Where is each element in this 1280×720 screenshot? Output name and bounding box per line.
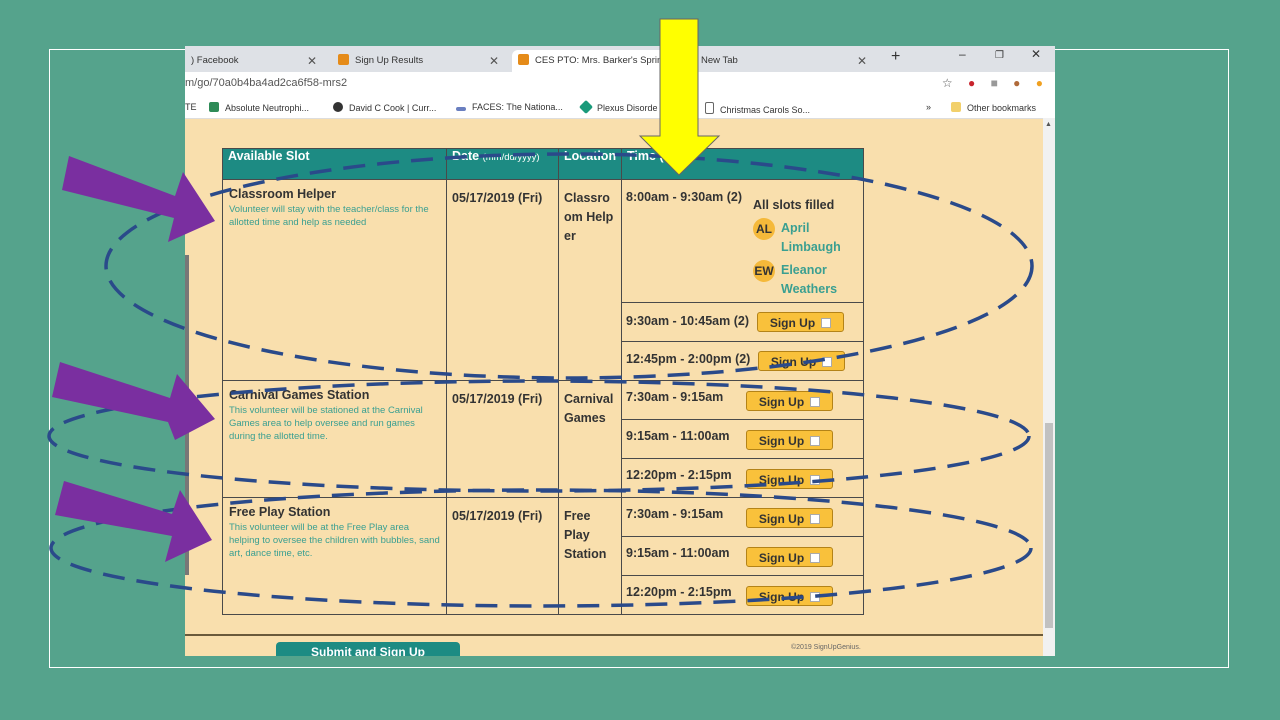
purple-arrow-icon xyxy=(52,362,215,440)
highlight-ellipse-freeplay xyxy=(49,488,1033,608)
purple-arrow-icon xyxy=(62,156,215,242)
highlight-ellipse-classroom xyxy=(104,152,1034,380)
yellow-arrow-icon xyxy=(638,18,721,176)
purple-arrow-icon xyxy=(55,481,212,562)
annotation-overlay xyxy=(47,18,1034,608)
